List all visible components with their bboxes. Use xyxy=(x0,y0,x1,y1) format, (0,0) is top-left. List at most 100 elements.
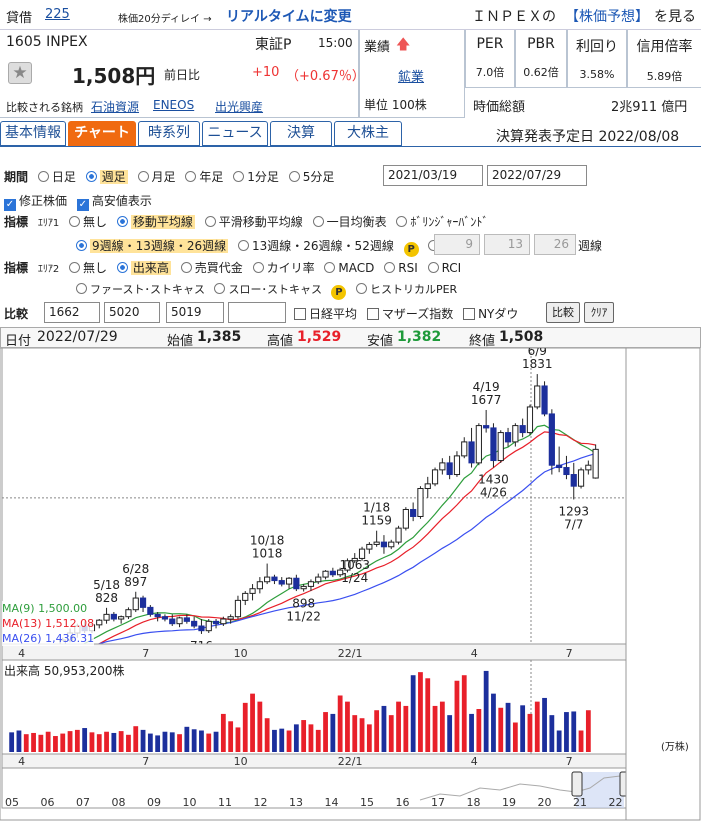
period-daily[interactable]: 日足 xyxy=(37,170,76,184)
volume-bar xyxy=(199,730,204,752)
ind1-none[interactable]: 無し xyxy=(69,215,107,229)
candle-body xyxy=(461,441,468,457)
period-weekly[interactable]: 週足 xyxy=(85,170,128,184)
compare-stock-1[interactable]: 石油資源 xyxy=(91,98,139,115)
navigator-year-label: 22 xyxy=(609,796,623,809)
period-monthly[interactable]: 月足 xyxy=(137,170,176,184)
navigator-year-label: 15 xyxy=(360,796,374,809)
volume-bar xyxy=(432,705,438,752)
range-navigator[interactable] xyxy=(1,767,627,809)
candle-body xyxy=(147,606,154,615)
margin-value: 5.89倍 xyxy=(646,70,683,83)
clear-button[interactable]: ｸﾘｱ xyxy=(584,302,614,323)
volume-bar xyxy=(126,734,131,752)
volume-bar xyxy=(293,724,299,752)
candle-body xyxy=(154,613,161,618)
compare-code-2[interactable]: 5020 xyxy=(104,302,160,323)
ind1-ichimoku[interactable]: 一目均衡表 xyxy=(312,215,387,229)
ind2-value[interactable]: 売買代金 xyxy=(180,261,243,275)
arrow-up-icon: 🡅 xyxy=(396,37,411,53)
volume-bar xyxy=(381,705,387,752)
compare-button[interactable]: 比較 xyxy=(546,302,580,323)
candle-body xyxy=(242,592,249,601)
ma-option-2[interactable]: 13週線・26週線・52週線 xyxy=(238,239,394,253)
period-5min[interactable]: 5分足 xyxy=(288,170,334,184)
realtime-link[interactable]: リアルタイムに変更 xyxy=(226,6,352,26)
favorite-star-icon[interactable]: ★ xyxy=(8,62,32,84)
volume-bar xyxy=(45,731,51,752)
candle-body xyxy=(380,541,388,548)
high-low-annotation: 898 xyxy=(292,597,315,611)
candle-body xyxy=(483,425,490,429)
ind2-rsi[interactable]: RSI xyxy=(384,261,418,275)
per-cell: PER 7.0倍 xyxy=(465,30,515,88)
compare-stock-2[interactable]: ENEOS xyxy=(153,98,194,112)
tab-chart[interactable]: チャート xyxy=(68,121,136,146)
ind2-fast-stoch[interactable]: ファースト･ストキャス xyxy=(76,283,205,296)
period-1min[interactable]: 1分足 xyxy=(233,170,279,184)
candle-body xyxy=(526,406,534,434)
volume-bar xyxy=(104,731,109,752)
tab-earnings[interactable]: 決算 xyxy=(270,121,332,146)
ind2-none[interactable]: 無し xyxy=(69,261,107,275)
period-from-input[interactable]: 2021/03/19 xyxy=(383,165,483,186)
ind2-hist-per[interactable]: ヒストリカルPER xyxy=(355,283,457,296)
period-to-input[interactable]: 2022/07/29 xyxy=(487,165,587,186)
ohlc-bar: 日付 2022/07/29 始値 1,385 高値 1,529 安値 1,382… xyxy=(0,327,701,349)
stock-price: 1,508円 xyxy=(72,64,156,88)
ind2-volume[interactable]: 出来高 xyxy=(116,261,171,275)
forecast-link[interactable]: 【株価予想】 xyxy=(565,6,649,26)
nydow-checkbox[interactable]: NYダウ xyxy=(463,307,518,321)
volume-bar xyxy=(512,722,518,752)
price-change-pct: （+0.67％） xyxy=(286,69,365,84)
high-low-annotation: 1/24 xyxy=(341,571,368,585)
volume-bar xyxy=(571,711,577,752)
header-bar: 貸借 225 株価20分ディレイ → リアルタイムに変更 ＩＮＰＥＸの 【株価予… xyxy=(0,0,701,30)
volume-bar xyxy=(53,736,58,752)
candle-body xyxy=(395,527,402,543)
compare-code-3[interactable]: 5019 xyxy=(166,302,224,323)
volume-bar xyxy=(345,701,350,752)
ind1-sma[interactable]: 平滑移動平均線 xyxy=(204,215,303,229)
close-label: 終値 xyxy=(469,334,496,349)
adjusted-checkbox[interactable]: ✓ 修正株価 xyxy=(4,194,67,211)
high-low-annotation: 1430 xyxy=(478,473,509,487)
high-low-annotation: 5/18 xyxy=(93,578,120,592)
x-axis-strip xyxy=(1,643,627,661)
volume-bar xyxy=(111,732,117,752)
ma-custom-1[interactable]: 9 xyxy=(434,234,480,255)
ind2-rci[interactable]: RCI xyxy=(427,261,461,275)
hilo-checkbox[interactable]: ✓ 高安値表示 xyxy=(76,194,152,211)
candle-body xyxy=(329,570,336,576)
mothers-checkbox[interactable]: マザーズ指数 xyxy=(366,307,453,321)
ind2-slow-stoch[interactable]: スロー･ストキャス xyxy=(214,283,322,296)
pbr-header: PBR xyxy=(527,36,555,52)
ind2-macd[interactable]: MACD xyxy=(324,261,374,275)
stock-chart[interactable]: 5/188286/288977168/2310/18101889811/2210… xyxy=(0,348,701,821)
ind2-deviation[interactable]: カイリ率 xyxy=(252,261,315,275)
per-value: 7.0倍 xyxy=(475,66,505,79)
tab-basic[interactable]: 基本情報 xyxy=(0,121,66,146)
ma-option-1[interactable]: 9週線・13週線・26週線 xyxy=(76,239,229,253)
volume-bar xyxy=(9,732,15,752)
tab-timeseries[interactable]: 時系列 xyxy=(138,121,200,146)
ind1-ma[interactable]: 移動平均線 xyxy=(116,215,195,229)
tab-news[interactable]: ニュース xyxy=(202,121,268,146)
sector-link[interactable]: 鉱業 xyxy=(398,66,424,85)
lending-value-link[interactable]: 225 xyxy=(45,7,70,22)
volume-bar xyxy=(31,732,36,752)
ma-custom-2[interactable]: 13 xyxy=(484,234,530,255)
ma-custom-3[interactable]: 26 xyxy=(534,234,576,255)
navigator-year-label: 08 xyxy=(112,796,126,809)
tab-shareholders[interactable]: 大株主 xyxy=(334,121,402,146)
period-yearly[interactable]: 年足 xyxy=(185,170,223,184)
compare-code-1[interactable]: 1662 xyxy=(44,302,100,323)
compare-code-4[interactable] xyxy=(228,302,286,323)
volume-bar xyxy=(549,715,555,752)
navigator-left-handle[interactable] xyxy=(571,771,583,797)
x-tick-label: 10 xyxy=(234,647,248,660)
x-tick-label: 4 xyxy=(471,647,478,660)
compare-stock-3[interactable]: 出光興産 xyxy=(215,98,263,115)
ind1-bollinger[interactable]: ﾎﾞﾘﾝｼﾞｬｰﾊﾞﾝﾄﾞ xyxy=(396,215,488,229)
nikkei-checkbox[interactable]: 日経平均 xyxy=(294,307,357,321)
